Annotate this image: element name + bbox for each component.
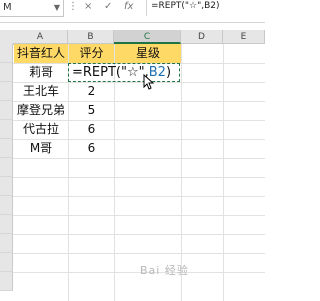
grid-line: [13, 177, 265, 178]
spreadsheet-window: M ▼ ⋮ × ✓ fx =REPT("☆",B2) A B C D E 抖音红…: [0, 0, 265, 301]
confirm-icon[interactable]: ✓: [104, 0, 112, 16]
column-header-e[interactable]: E: [223, 30, 265, 44]
cell-b5[interactable]: 6: [69, 120, 114, 139]
row-header[interactable]: [0, 139, 13, 158]
row-header[interactable]: [0, 63, 13, 82]
cell-c2-editor[interactable]: =REPT("☆",B2): [72, 63, 171, 82]
row-header[interactable]: [0, 234, 13, 253]
grid-line: [13, 215, 265, 216]
mouse-cursor-icon: [143, 74, 155, 90]
select-all-corner[interactable]: [0, 30, 14, 45]
row-header[interactable]: [0, 177, 13, 196]
cell-b3[interactable]: 2: [69, 82, 114, 101]
row-header[interactable]: [0, 82, 13, 101]
name-box[interactable]: M ▼: [0, 0, 64, 17]
grid-line: [13, 196, 265, 197]
column-header-a[interactable]: A: [13, 30, 68, 44]
column-header-b[interactable]: B: [68, 30, 114, 44]
grid-line: [13, 253, 265, 254]
cell-a5[interactable]: 代古拉: [14, 120, 68, 139]
cell-a3[interactable]: 王北车: [14, 82, 68, 101]
grid-line: [13, 234, 265, 235]
column-header-d[interactable]: D: [181, 30, 223, 44]
row-header[interactable]: [0, 158, 13, 177]
row-header[interactable]: [0, 272, 13, 291]
row-header[interactable]: [0, 196, 13, 215]
grid-line: [13, 272, 265, 273]
row-header[interactable]: [0, 44, 13, 63]
row-header[interactable]: [0, 215, 13, 234]
cell-a1[interactable]: 抖音红人: [14, 44, 68, 63]
formula-input[interactable]: =REPT("☆",B2): [146, 0, 265, 16]
cell-b1[interactable]: 评分: [69, 44, 114, 63]
cell-c1[interactable]: 星级: [115, 44, 181, 63]
chevron-down-icon[interactable]: ▼: [54, 0, 60, 16]
formula-suffix: ): [165, 65, 172, 80]
grid-line: [13, 158, 265, 159]
cell-a6[interactable]: M哥: [14, 139, 68, 158]
cell-a4[interactable]: 摩登兄弟: [14, 101, 68, 120]
watermark: Bai 经验: [140, 264, 189, 277]
row-header[interactable]: [0, 101, 13, 120]
row-header[interactable]: [0, 253, 13, 272]
cancel-icon[interactable]: ×: [84, 0, 92, 16]
insert-function-icon[interactable]: fx: [124, 0, 133, 16]
row-header[interactable]: [0, 120, 13, 139]
cell-b4[interactable]: 5: [69, 101, 114, 120]
formula-prefix: =REPT("☆",: [72, 65, 149, 80]
cell-b6[interactable]: 6: [69, 139, 114, 158]
formula-bar: M ▼ ⋮ × ✓ fx =REPT("☆",B2): [0, 0, 265, 23]
more-icon: ⋮: [68, 1, 78, 12]
cell-a2[interactable]: 莉哥: [14, 63, 68, 82]
name-box-value: M: [3, 2, 12, 13]
column-header-c[interactable]: C: [114, 30, 181, 44]
